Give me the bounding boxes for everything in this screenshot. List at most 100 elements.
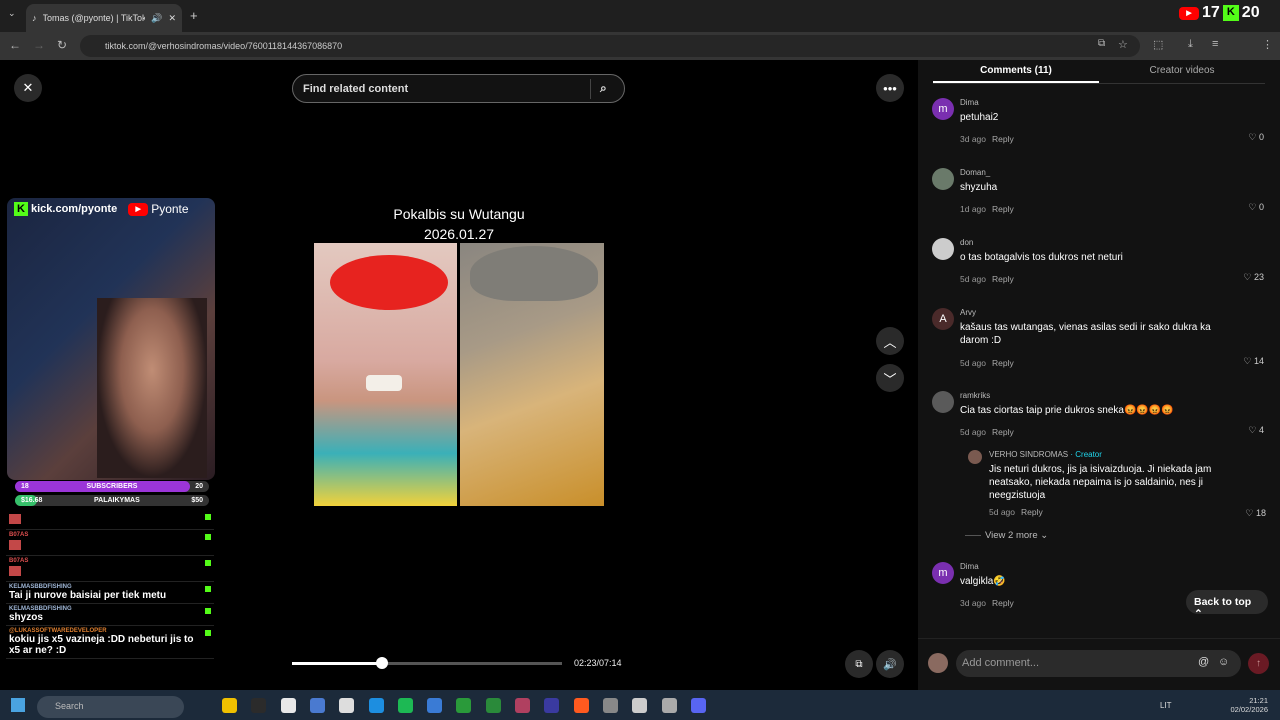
windows-start-icon[interactable]	[11, 698, 25, 712]
downloads-icon[interactable]: ⤓	[1188, 38, 1193, 51]
premiere-icon[interactable]	[544, 698, 560, 713]
youtube-icon: ▶	[128, 202, 149, 216]
capcut-icon[interactable]	[339, 698, 355, 713]
reply-button[interactable]: Reply	[992, 274, 1014, 284]
comment-text: kašaus tas wutangas, vienas asilas sedi …	[960, 322, 1211, 346]
previous-video-button[interactable]: ︿	[876, 327, 904, 355]
chrome-icon[interactable]	[280, 698, 296, 713]
chat-text: shyzos	[9, 612, 43, 623]
sup-label: PALAIKYMAS	[93, 497, 140, 504]
like-button[interactable]: ♡ 23	[1243, 272, 1264, 283]
extensions-icon[interactable]: ⬚	[1153, 38, 1163, 51]
close-video-button[interactable]: ✕	[14, 74, 42, 102]
webcam-overlay	[7, 198, 215, 480]
emoji-icon[interactable]: ☺	[1218, 656, 1229, 668]
forward-icon[interactable]: →	[33, 38, 45, 52]
comment-time: 5d ago	[960, 358, 986, 368]
browser-tab[interactable]: ♪ Tomas (@pyonte) | TikTok 🔊 ✕	[26, 4, 182, 32]
reply-author: VERHO SINDROMAS	[989, 450, 1069, 459]
notepad-icon[interactable]	[309, 698, 325, 713]
excel-icon[interactable]	[456, 698, 472, 713]
progress-bar[interactable]	[292, 662, 562, 665]
taskbar-search[interactable]: Search	[37, 696, 184, 718]
comment-time: 3d ago	[960, 134, 986, 144]
emote-icon	[9, 566, 21, 576]
tab-creator-videos[interactable]: Creator videos	[1099, 60, 1265, 83]
spotify-icon[interactable]	[397, 698, 413, 713]
search-icon[interactable]: ⌕	[600, 81, 607, 96]
game-icon[interactable]	[515, 698, 530, 713]
archive-icon[interactable]	[602, 698, 618, 713]
store-icon[interactable]	[251, 698, 267, 713]
support-goal: $16.68 PALAIKYMAS $50	[15, 495, 209, 506]
reply-button[interactable]: Reply	[992, 134, 1014, 144]
like-count: 0	[1258, 132, 1264, 142]
like-button[interactable]: ♡ 4	[1248, 425, 1264, 436]
taskbar-search-label: Search	[55, 701, 84, 711]
send-button[interactable]: ↑	[1248, 653, 1269, 674]
tab-search-icon[interactable]: ⌄	[8, 8, 16, 19]
add-comment-input[interactable]: Add comment... @ ☺	[956, 650, 1241, 677]
emote-icon	[9, 540, 21, 550]
kick-icon: K	[1222, 5, 1239, 21]
reply-button[interactable]: Reply	[992, 427, 1014, 437]
tab-comments[interactable]: Comments (11)	[933, 60, 1099, 83]
menu-icon[interactable]: ⋮	[1262, 38, 1273, 51]
reply-button[interactable]: Reply	[992, 204, 1014, 214]
obs-icon[interactable]	[661, 698, 677, 713]
clock[interactable]: 21:21 02/02/2026	[1224, 696, 1268, 714]
mention-icon[interactable]: @	[1198, 656, 1209, 668]
discord-icon[interactable]	[690, 698, 706, 713]
photos-icon[interactable]	[427, 698, 443, 713]
grey-hat	[470, 246, 598, 301]
close-icon: ✕	[14, 74, 42, 102]
avatar	[932, 238, 954, 260]
comment-text: valgikla🤣	[960, 576, 1006, 587]
edge-icon[interactable]	[368, 698, 384, 713]
volume-icon: 🔊	[876, 650, 904, 678]
language-indicator[interactable]: LIT	[1160, 701, 1172, 710]
add-comment-placeholder: Add comment...	[962, 657, 1040, 669]
reply-like[interactable]: ♡ 18	[1245, 508, 1266, 519]
bookmark-star-icon[interactable]: ☆	[1118, 38, 1128, 51]
brave-icon[interactable]	[573, 698, 589, 713]
reply-button[interactable]: Reply	[1021, 507, 1043, 517]
comment-item: don o tas botagalvis tos dukros net netur…	[932, 238, 1272, 288]
chevron-up-icon: ︿	[876, 327, 904, 355]
like-button[interactable]: ♡ 14	[1243, 356, 1264, 367]
stream-overlay-counters: ▶ 17 K 20	[1179, 4, 1260, 22]
comment-time: 5d ago	[960, 274, 986, 284]
media-icon[interactable]: ≡	[1212, 38, 1218, 50]
more-options-button[interactable]: •••	[876, 74, 904, 102]
comment-item: ramkriks Cia tas ciortas taip prie dukros…	[932, 391, 1272, 441]
like-button[interactable]: ♡ 0	[1248, 202, 1264, 213]
volume-button[interactable]: 🔊	[876, 650, 904, 678]
url-field[interactable]: tiktok.com/@verhosindromas/video/7600118…	[80, 35, 1140, 57]
file-explorer-icon[interactable]	[222, 698, 237, 713]
audio-icon[interactable]: 🔊	[151, 13, 162, 24]
comment-author: Dima	[960, 562, 979, 571]
like-button[interactable]: ♡ 0	[1248, 132, 1264, 143]
avatar: m	[932, 562, 954, 584]
chevron-down-icon: ﹀	[876, 364, 904, 392]
clock-date: 02/02/2026	[1230, 705, 1268, 714]
app-icon[interactable]	[485, 698, 501, 713]
install-icon[interactable]: ⧉	[1098, 38, 1105, 49]
back-to-top-button[interactable]: Back to top ⌃	[1186, 590, 1268, 620]
related-search-input[interactable]: Find related content ⌕	[292, 74, 625, 103]
next-video-button[interactable]: ﹀	[876, 364, 904, 392]
reply-button[interactable]: Reply	[992, 598, 1014, 608]
back-icon[interactable]: ←	[9, 38, 21, 52]
like-count: 14	[1253, 356, 1264, 366]
user-avatar	[928, 653, 948, 673]
tool-icon[interactable]	[632, 698, 648, 713]
pip-button[interactable]: ⧉	[845, 650, 873, 678]
reply-button[interactable]: Reply	[992, 358, 1014, 368]
reload-icon[interactable]: ↻	[57, 38, 67, 52]
chat-message: KELMASBBDFISHING Tai ji nurove baisiai pe…	[6, 582, 214, 604]
view-more-replies[interactable]: View 2 more ⌄	[965, 530, 1048, 541]
url-text: tiktok.com/@verhosindromas/video/7600118…	[105, 41, 343, 51]
new-tab-button[interactable]: +	[190, 8, 198, 23]
close-tab-icon[interactable]: ✕	[168, 13, 176, 24]
more-icon: •••	[876, 74, 904, 102]
